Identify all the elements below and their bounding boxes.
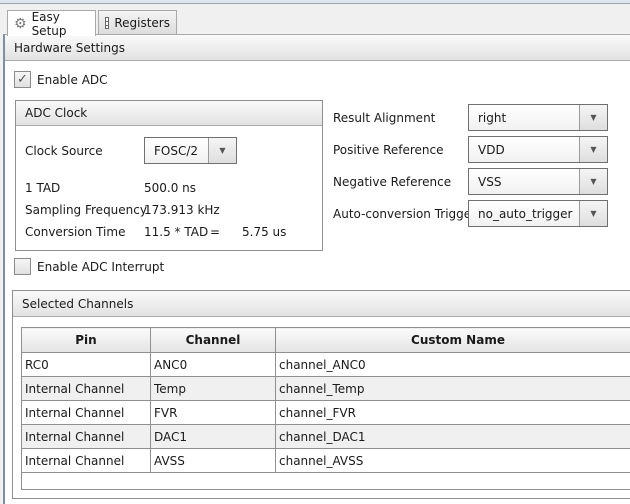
custom-name-cell[interactable]: channel_ANC0 [275,352,630,377]
pin-cell: Internal Channel [21,376,151,401]
negative-reference-value: VSS [469,169,579,194]
table-row[interactable]: Internal Channel FVR channel_FVR [21,400,630,425]
table-header-row: Pin Channel Custom Name [21,327,630,353]
table-row[interactable]: Internal Channel DAC1 channel_DAC1 [21,424,630,449]
table-row[interactable]: Internal Channel AVSS channel_AVSS [21,448,630,473]
enable-adc-checkbox[interactable]: ✓ [14,71,31,88]
channel-cell: FVR [150,400,276,425]
negative-reference-dropdown[interactable]: VSS ▼ [468,168,608,195]
table-row[interactable]: Internal Channel Temp channel_Temp [21,376,630,401]
custom-name-cell[interactable]: channel_Temp [275,376,630,401]
tad-value: 500.0 ns [144,181,197,195]
tab-registers[interactable]: Registers [98,10,177,35]
pin-cell: Internal Channel [21,448,151,473]
conversion-formula: 11.5 * TAD [144,225,209,239]
list-icon [105,17,110,29]
custom-name-cell[interactable]: channel_FVR [275,400,630,425]
enable-adc-label: Enable ADC [37,73,108,87]
gear-icon: ⚙ [14,15,27,32]
auto-trigger-label: Auto-conversion Trigger [333,207,477,221]
pin-cell: Internal Channel [21,424,151,449]
channels-table: Pin Channel Custom Name RC0 ANC0 channel_A… [21,327,630,490]
conversion-value: 5.75 us [242,225,287,239]
custom-name-cell[interactable]: channel_DAC1 [275,424,630,449]
pin-cell: Internal Channel [21,400,151,425]
pin-cell: RC0 [21,352,151,377]
channel-cell: Temp [150,376,276,401]
section-header: Hardware Settings [5,35,630,61]
table-empty-row [21,472,630,490]
sampling-label: Sampling Frequency [25,203,147,217]
column-custom-name[interactable]: Custom Name [275,327,630,353]
channel-cell: ANC0 [150,352,276,377]
selected-channels-header: Selected Channels [13,291,630,317]
chevron-down-icon[interactable]: ▼ [579,201,607,226]
table-row[interactable]: RC0 ANC0 channel_ANC0 [21,352,630,377]
checkmark-icon: ✓ [17,72,28,87]
enable-interrupt-label: Enable ADC Interrupt [37,260,165,274]
tab-easy-setup[interactable]: ⚙ Easy Setup [7,10,96,38]
chevron-down-icon[interactable]: ▼ [579,169,607,194]
result-alignment-value: right [469,105,579,130]
window-top-border [0,0,630,4]
auto-trigger-dropdown[interactable]: no_auto_trigger ▼ [468,200,608,227]
clock-source-value: FOSC/2 [145,138,208,163]
conversion-label: Conversion Time [25,225,126,239]
tad-label: 1 TAD [25,181,61,195]
auto-trigger-value: no_auto_trigger [469,201,579,226]
chevron-down-icon[interactable]: ▼ [579,105,607,130]
sampling-value: 173.913 kHz [144,203,220,217]
positive-reference-label: Positive Reference [333,143,444,157]
enable-interrupt-checkbox[interactable] [14,258,31,275]
adc-clock-header: ADC Clock [16,101,322,126]
conversion-equals: = [210,225,221,239]
channel-cell: DAC1 [150,424,276,449]
chevron-down-icon[interactable]: ▼ [208,138,236,163]
custom-name-cell[interactable]: channel_AVSS [275,448,630,473]
result-alignment-dropdown[interactable]: right ▼ [468,104,608,131]
negative-reference-label: Negative Reference [333,175,452,189]
clock-source-label: Clock Source [25,144,103,158]
result-alignment-label: Result Alignment [333,111,436,125]
channel-cell: AVSS [150,448,276,473]
column-channel[interactable]: Channel [150,327,276,353]
column-pin[interactable]: Pin [21,327,151,353]
positive-reference-dropdown[interactable]: VDD ▼ [468,136,608,163]
clock-source-dropdown[interactable]: FOSC/2 ▼ [144,137,237,164]
chevron-down-icon[interactable]: ▼ [579,137,607,162]
positive-reference-value: VDD [469,137,579,162]
